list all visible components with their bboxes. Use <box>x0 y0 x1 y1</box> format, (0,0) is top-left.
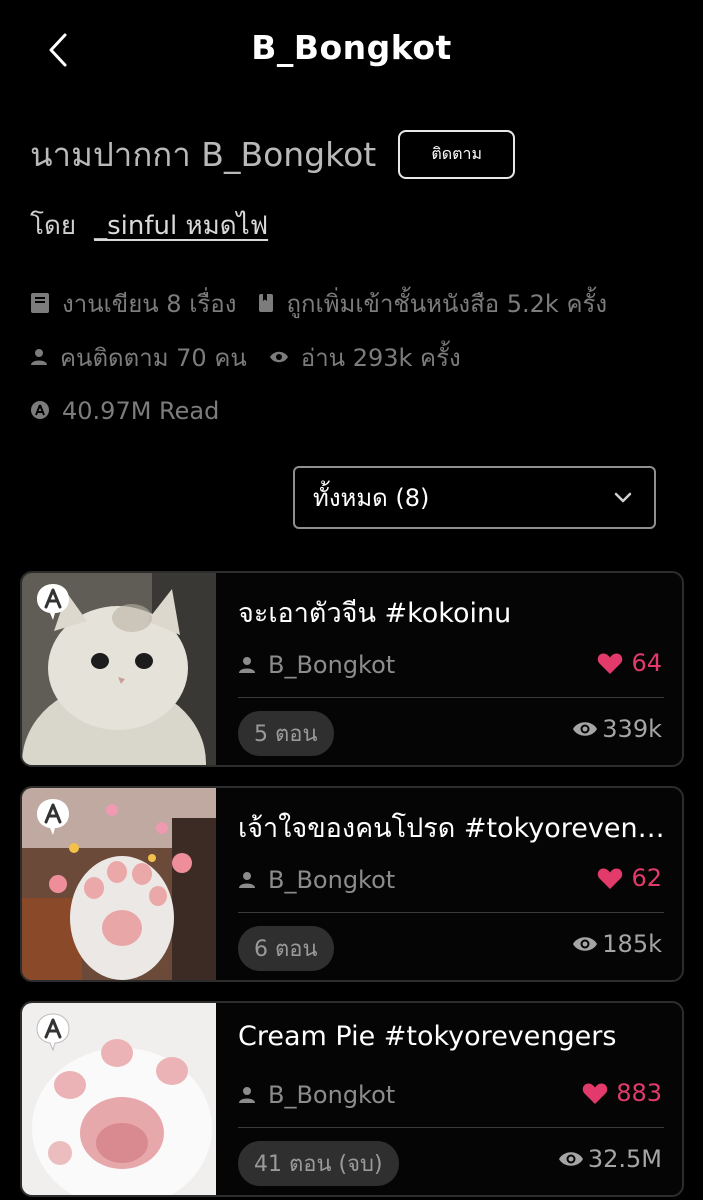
story-likes: 64 <box>597 649 662 677</box>
top-bar: B_Bongkot <box>0 0 703 100</box>
author-row: โดย _sinful หมดไฟ <box>30 205 268 246</box>
story-likes: 883 <box>582 1079 662 1107</box>
eye-icon <box>573 722 598 736</box>
stat-shelf: ถูกเพิ่มเข้าชั้นหนังสือ 5.2k ครั้ง <box>258 284 607 323</box>
divider <box>238 697 664 698</box>
story-author: B_Bongkot <box>238 1081 395 1109</box>
story-author: B_Bongkot <box>238 651 395 679</box>
story-title[interactable]: จะเอาตัวจีน #kokoinu <box>238 591 668 634</box>
stat-reads: อ่าน 293k ครั้ง <box>269 338 461 377</box>
follow-button[interactable]: ติดตาม <box>398 129 516 179</box>
person-icon <box>239 1087 255 1103</box>
stat-total-read: 40.97M Read <box>30 397 219 425</box>
story-type-a-badge-icon <box>37 799 69 835</box>
pen-name-row: นามปากกา B_Bongkot ติดตาม <box>30 128 516 180</box>
filter-selected-value: ทั้งหมด (8) <box>313 484 430 512</box>
divider <box>238 1127 664 1128</box>
person-icon <box>239 657 255 673</box>
eye-icon <box>269 351 288 363</box>
story-cover-image <box>22 1003 216 1195</box>
pen-name: นามปากกา B_Bongkot <box>30 134 377 174</box>
story-title[interactable]: Cream Pie #tokyorevengers <box>238 1021 668 1052</box>
story-title[interactable]: เจ้าใจของคนโปรด #tokyorevengers <box>238 806 668 849</box>
bookmark-book-icon <box>259 294 274 312</box>
heart-icon <box>598 653 623 674</box>
person-icon <box>31 349 47 365</box>
by-label: โดย <box>30 211 77 241</box>
category-filter-dropdown[interactable]: ทั้งหมด (8) <box>293 466 656 529</box>
author-link[interactable]: _sinful หมดไฟ <box>94 205 268 246</box>
story-type-a-badge-icon <box>36 1013 70 1052</box>
story-author: B_Bongkot <box>238 866 395 894</box>
eye-icon <box>558 1152 583 1166</box>
story-card[interactable]: เจ้าใจของคนโปรด #tokyorevengers B_Bongko… <box>20 786 684 982</box>
story-card[interactable]: จะเอาตัวจีน #kokoinu B_Bongkot 64 5 ตอน … <box>20 571 684 767</box>
eye-icon <box>573 937 598 951</box>
story-cover-image <box>22 788 216 980</box>
chevron-down-icon <box>614 492 632 502</box>
story-card[interactable]: Cream Pie #tokyorevengers B_Bongkot 883 … <box>20 1001 684 1197</box>
read-a-badge-icon <box>31 401 49 419</box>
story-likes: 62 <box>597 864 662 892</box>
person-icon <box>239 872 255 888</box>
story-cover-image <box>22 573 216 765</box>
episode-count-badge: 5 ตอน <box>238 711 334 756</box>
heart-icon <box>582 1083 608 1104</box>
profile-stats: งานเขียน 8 เรื่อง ถูกเพิ่มเข้าชั้นหนังสื… <box>30 276 690 438</box>
page-title: B_Bongkot <box>251 28 452 67</box>
story-type-a-badge-icon <box>37 584 69 620</box>
story-views: 339k <box>572 715 662 743</box>
book-icon <box>31 293 49 313</box>
heart-icon <box>598 868 623 889</box>
story-views: 32.5M <box>558 1145 662 1173</box>
story-views: 185k <box>572 930 662 958</box>
stat-works: งานเขียน 8 เรื่อง <box>30 284 236 323</box>
stat-followers: คนติดตาม 70 คน <box>30 338 247 377</box>
divider <box>238 912 664 913</box>
episode-count-badge: 41 ตอน (จบ) <box>238 1141 399 1186</box>
episode-count-badge: 6 ตอน <box>238 926 334 971</box>
